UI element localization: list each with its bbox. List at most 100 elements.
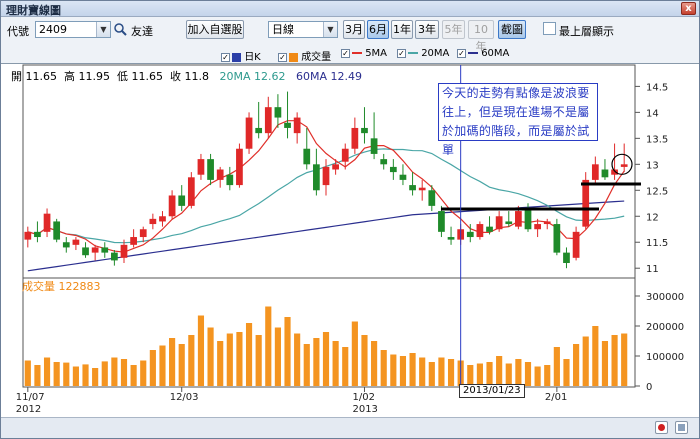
volume-bar	[72, 366, 79, 386]
magnifier-icon[interactable]	[113, 22, 128, 37]
candle-body	[236, 148, 243, 186]
check-icon[interactable]: ✓	[341, 48, 350, 58]
candle-body	[313, 164, 320, 191]
volume-bar	[592, 326, 599, 386]
volume-bar	[390, 354, 397, 386]
legend-volume[interactable]: ✓ 成交量	[278, 48, 331, 63]
close-button[interactable]: x	[681, 2, 696, 15]
candle-body	[168, 195, 176, 217]
chevron-down-icon[interactable]: ▼	[323, 22, 337, 37]
topmost-label: 最上層顯示	[559, 25, 614, 38]
candle-body	[24, 231, 32, 240]
candle-body	[53, 221, 61, 240]
price-tick-label: 14.5	[646, 82, 668, 93]
close-value: 11.8	[184, 70, 210, 83]
topmost-checkbox[interactable]	[543, 22, 556, 35]
volume-bar	[476, 363, 483, 386]
candle-body	[534, 224, 541, 230]
ma20-value: 12.62	[254, 70, 286, 83]
legend-60ma[interactable]: ✓ 60MA	[457, 48, 509, 59]
price-tick-label: 14	[646, 108, 659, 119]
volume-bar	[486, 362, 493, 386]
legend-label: 日K	[244, 52, 261, 63]
volume-bar	[101, 361, 108, 386]
range-6m-button[interactable]: 6月	[367, 20, 389, 39]
volume-tick-label: 200000	[646, 322, 684, 333]
navy-line-icon	[468, 52, 478, 54]
candle-body	[111, 252, 118, 261]
legend-label: 5MA	[365, 48, 388, 59]
cursor-date-label: 2013/01/23	[459, 384, 525, 398]
volume-bar	[582, 336, 589, 386]
candle-body	[322, 166, 330, 186]
volume-bar	[303, 344, 310, 386]
blue-swatch-icon	[232, 52, 241, 62]
legend-20ma[interactable]: ✓ 20MA	[397, 48, 449, 59]
toolbar: 代號 2409 ▼ 友達 加入自選股 日線 ▼ 3月 6月 1年 3年 5年 1…	[1, 18, 699, 53]
settings-icon[interactable]	[675, 421, 688, 434]
check-icon[interactable]: ✓	[457, 48, 466, 58]
candle-body	[380, 159, 388, 165]
candle-body	[264, 107, 272, 134]
stock-code-combobox[interactable]: 2409 ▼	[35, 21, 111, 38]
chart-type-combobox[interactable]: 日線 ▼	[268, 21, 338, 38]
check-icon[interactable]: ✓	[278, 52, 287, 62]
volume-bar	[217, 341, 224, 386]
volume-bar	[82, 364, 89, 386]
candle-body	[178, 195, 186, 206]
chevron-down-icon[interactable]: ▼	[96, 22, 110, 37]
legend-5ma[interactable]: ✓ 5MA	[341, 48, 387, 59]
volume-bar	[553, 347, 560, 386]
high-value: 11.95	[78, 70, 111, 83]
volume-bar	[380, 350, 387, 386]
volume-bar	[111, 357, 118, 386]
candle-body	[591, 164, 599, 180]
volume-bar	[361, 335, 368, 386]
candle-body	[332, 164, 339, 170]
volume-bar	[419, 357, 426, 386]
ma60-value: 12.49	[330, 70, 363, 83]
candle-body	[293, 117, 301, 134]
candle-body	[303, 148, 311, 165]
volume-bar	[34, 365, 41, 386]
legend-daily-k[interactable]: ✓ 日K	[221, 48, 261, 63]
high-label: 高	[64, 70, 75, 83]
volume-bar	[573, 344, 580, 386]
volume-bar	[255, 335, 262, 386]
screenshot-button[interactable]: 截圖	[498, 20, 526, 39]
candle-body	[361, 127, 368, 134]
range-3y-button[interactable]: 3年	[415, 20, 439, 39]
volume-label-text: 成交量	[22, 280, 55, 293]
range-3m-button[interactable]: 3月	[343, 20, 365, 39]
volume-bar	[197, 315, 205, 386]
candle-body	[582, 179, 590, 227]
candle-body	[476, 224, 484, 238]
candle-body	[255, 127, 263, 134]
code-label: 代號	[7, 25, 29, 38]
add-watchlist-button[interactable]: 加入自選股	[186, 20, 244, 39]
volume-bar	[178, 344, 185, 386]
candle-body	[370, 138, 378, 154]
price-tick-label: 13.5	[646, 134, 668, 145]
chart-type-value: 日線	[272, 23, 294, 36]
x-tick-label: 11/07	[16, 392, 45, 403]
legend-label: 60MA	[481, 48, 510, 59]
volume-bar	[92, 368, 99, 386]
range-1y-button[interactable]: 1年	[391, 20, 413, 39]
record-icon[interactable]	[655, 421, 668, 434]
candle-body	[418, 187, 426, 191]
ohlc-info: 開 11.65 高 11.95 低 11.65 收 11.8 20MA 12.6…	[11, 68, 362, 84]
check-icon[interactable]: ✓	[221, 52, 230, 62]
title-bar[interactable]: 理財寶線圖 x	[1, 1, 699, 17]
candle-body	[447, 237, 455, 240]
candle-body	[187, 177, 195, 206]
volume-bar	[226, 333, 233, 386]
open-label: 開	[11, 70, 22, 83]
candle-body	[543, 221, 551, 225]
candle-body	[245, 117, 253, 149]
price-tick-label: 13	[646, 160, 659, 171]
chart-area[interactable]: 11 11.5 12 12.5 13 13.5 14 14.5 0 100000 200000 300…	[1, 63, 699, 417]
x-tick-sublabel: 2013	[352, 404, 377, 415]
volume-bar	[467, 365, 474, 386]
check-icon[interactable]: ✓	[397, 48, 406, 58]
